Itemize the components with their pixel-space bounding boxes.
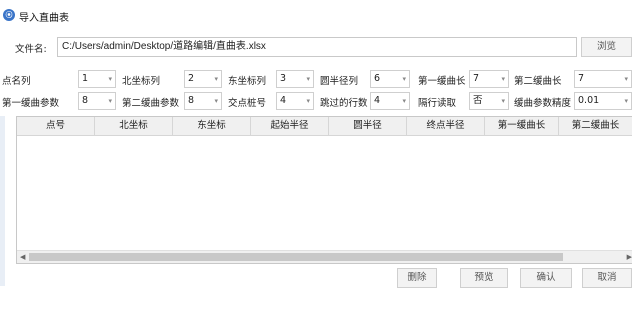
second-spiral-param-label: 第二缓曲参数: [122, 98, 180, 109]
column-header[interactable]: 起始半径: [251, 117, 329, 135]
chevron-down-icon: ▾: [306, 75, 310, 83]
chevron-down-icon: ▾: [214, 75, 218, 83]
point-name-col-label: 点名列: [2, 76, 31, 87]
app-logo-icon: ⦿: [3, 9, 15, 21]
skip-rows-label: 跳过的行数: [320, 98, 368, 109]
left-edge-strip: [0, 116, 5, 286]
intersection-station-label: 交点桩号: [228, 98, 267, 109]
alternate-read-label: 隔行读取: [418, 98, 457, 109]
intersection-station-value: 4: [280, 95, 287, 106]
point-name-col-value: 1: [82, 73, 89, 84]
scroll-left-icon[interactable]: ◀: [20, 251, 25, 263]
column-header[interactable]: 终点半径: [407, 117, 485, 135]
radius-col-value: 6: [374, 73, 381, 84]
radius-col-select[interactable]: 6 ▾: [370, 70, 410, 88]
window-title: 导入直曲表: [19, 13, 69, 24]
first-spiral-param-label: 第一缓曲参数: [2, 98, 60, 109]
preview-button[interactable]: 预览: [460, 268, 508, 288]
intersection-station-select[interactable]: 4 ▾: [276, 92, 314, 110]
chevron-down-icon: ▾: [624, 97, 628, 105]
spiral-precision-label: 缓曲参数精度: [514, 98, 572, 109]
north-coord-col-label: 北坐标列: [122, 76, 161, 87]
confirm-button[interactable]: 确认: [520, 268, 572, 288]
second-spiral-length-label: 第二缓曲长: [514, 76, 562, 87]
spiral-precision-select[interactable]: 0.01 ▾: [574, 92, 632, 110]
cancel-button[interactable]: 取消: [582, 268, 632, 288]
horizontal-scrollbar[interactable]: ◀ ▶: [17, 250, 632, 263]
spiral-precision-value: 0.01: [578, 95, 600, 106]
scroll-right-icon[interactable]: ▶: [627, 251, 632, 263]
point-name-col-select[interactable]: 1 ▾: [78, 70, 116, 88]
chevron-down-icon: ▾: [306, 97, 310, 105]
column-header[interactable]: 第一缓曲长: [485, 117, 559, 135]
file-name-label: 文件名:: [15, 44, 47, 55]
chevron-down-icon: ▾: [214, 97, 218, 105]
column-header[interactable]: 点号: [17, 117, 95, 135]
browse-button[interactable]: 浏览: [581, 37, 632, 57]
chevron-down-icon: ▾: [108, 75, 112, 83]
east-coord-col-select[interactable]: 3 ▾: [276, 70, 314, 88]
first-spiral-param-value: 8: [82, 95, 89, 106]
first-spiral-param-select[interactable]: 8 ▾: [78, 92, 116, 110]
column-header[interactable]: 第二缓曲长: [559, 117, 632, 135]
skip-rows-select[interactable]: 4 ▾: [370, 92, 410, 110]
column-header[interactable]: 圆半径: [329, 117, 407, 135]
north-coord-col-value: 2: [188, 73, 195, 84]
alternate-read-select[interactable]: 否 ▾: [469, 92, 509, 110]
skip-rows-value: 4: [374, 95, 381, 106]
second-spiral-param-value: 8: [188, 95, 195, 106]
north-coord-col-select[interactable]: 2 ▾: [184, 70, 222, 88]
file-path-field[interactable]: C:/Users/admin/Desktop/道路编辑/直曲表.xlsx: [57, 37, 577, 57]
column-header[interactable]: 东坐标: [173, 117, 251, 135]
column-header[interactable]: 北坐标: [95, 117, 173, 135]
second-spiral-param-select[interactable]: 8 ▾: [184, 92, 222, 110]
chevron-down-icon: ▾: [402, 75, 406, 83]
alternate-read-value: 否: [473, 95, 483, 106]
second-spiral-length-select[interactable]: 7 ▾: [574, 70, 632, 88]
second-spiral-length-value: 7: [578, 73, 585, 84]
data-grid[interactable]: 点号 北坐标 东坐标 起始半径 圆半径 终点半径 第一缓曲长 第二缓曲长 ◀ ▶: [16, 116, 632, 264]
scrollbar-thumb[interactable]: [29, 253, 563, 261]
chevron-down-icon: ▾: [402, 97, 406, 105]
first-spiral-length-label: 第一缓曲长: [418, 76, 466, 87]
east-coord-col-label: 东坐标列: [228, 76, 267, 87]
chevron-down-icon: ▾: [108, 97, 112, 105]
chevron-down-icon: ▾: [501, 97, 505, 105]
first-spiral-length-select[interactable]: 7 ▾: [469, 70, 509, 88]
grid-header: 点号 北坐标 东坐标 起始半径 圆半径 终点半径 第一缓曲长 第二缓曲长: [17, 117, 632, 136]
first-spiral-length-value: 7: [473, 73, 480, 84]
chevron-down-icon: ▾: [501, 75, 505, 83]
radius-col-label: 圆半径列: [320, 76, 359, 87]
east-coord-col-value: 3: [280, 73, 287, 84]
chevron-down-icon: ▾: [624, 75, 628, 83]
delete-button[interactable]: 删除: [397, 268, 437, 288]
